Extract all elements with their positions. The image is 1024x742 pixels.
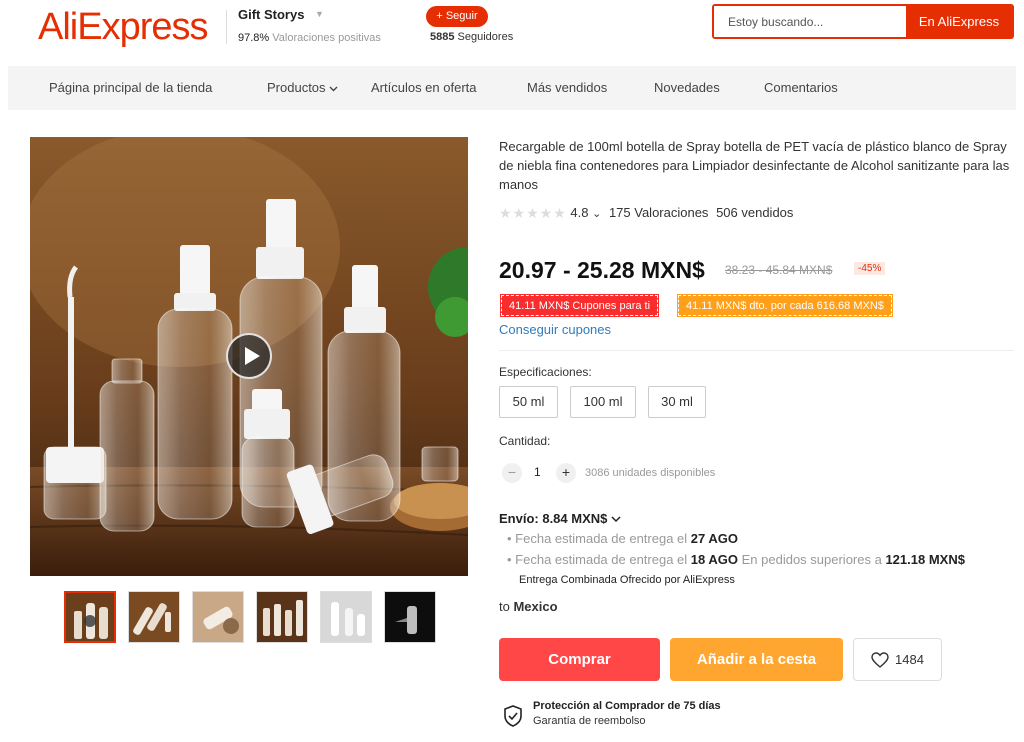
price: 20.97 - 25.28 MXN$: [499, 257, 705, 283]
sold-count: 506 vendidos: [716, 205, 794, 220]
nav-item-deals[interactable]: Artículos en oferta: [371, 80, 477, 95]
rating-value[interactable]: 4.8: [570, 205, 588, 220]
thumbnail-4[interactable]: [256, 591, 308, 643]
chevron-down-icon[interactable]: ▼: [315, 9, 324, 19]
shield-check-icon: [504, 705, 522, 727]
chevron-down-icon: [611, 516, 621, 523]
wishlist-button[interactable]: 1484: [853, 638, 942, 681]
thumbnail-3[interactable]: [192, 591, 244, 643]
follow-button[interactable]: + Seguir: [426, 6, 488, 27]
delivery-1-text: Fecha estimada de entrega el: [515, 531, 688, 546]
reviews-count[interactable]: 175 Valoraciones: [609, 205, 709, 220]
product-main-image[interactable]: [30, 137, 468, 576]
search-box: En AliExpress: [712, 4, 1014, 39]
ship-to-country: Mexico: [513, 599, 558, 614]
nav-item-products[interactable]: Productos: [267, 80, 338, 95]
delivery-2-date: 18 AGO: [690, 552, 738, 567]
rating-row: ★★★★★ 4.8 ⌄ 175 Valoraciones 506 vendido…: [499, 205, 793, 222]
buy-now-button[interactable]: Comprar: [499, 638, 660, 681]
store-rating-text: Valoraciones positivas: [272, 32, 381, 44]
chevron-down-icon: [329, 86, 338, 92]
nav-item-bestsellers[interactable]: Más vendidos: [527, 80, 607, 95]
quantity-value[interactable]: 1: [534, 465, 541, 479]
nav-item-home[interactable]: Página principal de la tienda: [49, 80, 212, 95]
quantity-increase-button[interactable]: +: [556, 463, 576, 483]
delivery-2-amount: 121.18 MXN$: [885, 552, 965, 567]
shipping-cost-text: Envío: 8.84 MXN$: [499, 511, 608, 526]
shipping-cost[interactable]: Envío: 8.84 MXN$: [499, 511, 621, 526]
nav-item-new[interactable]: Novedades: [654, 80, 720, 95]
thumbnail-2[interactable]: [128, 591, 180, 643]
thumbnail-5[interactable]: [320, 591, 372, 643]
ship-to-label: to: [499, 599, 510, 614]
quantity-label: Cantidad:: [499, 434, 551, 448]
add-to-cart-button[interactable]: Añadir a la cesta: [670, 638, 843, 681]
discount-badge: -45%: [854, 262, 886, 275]
delivery-estimate-2: • Fecha estimada de entrega el 18 AGO En…: [507, 552, 965, 567]
delivery-2-condition: En pedidos superiores a: [741, 552, 882, 567]
quantity-decrease-button[interactable]: −: [502, 463, 522, 483]
nav-item-reviews[interactable]: Comentarios: [764, 80, 838, 95]
delivery-2-text: Fecha estimada de entrega el: [515, 552, 688, 567]
followers-count: 5885 Seguidores: [430, 31, 513, 43]
play-video-button[interactable]: [226, 333, 272, 379]
ship-to[interactable]: to Mexico: [499, 599, 558, 614]
thumbnail-1[interactable]: [64, 591, 116, 643]
thumbnail-6[interactable]: [384, 591, 436, 643]
buyer-protection-title: Protección al Comprador de 75 días: [533, 700, 721, 712]
spec-option-30ml[interactable]: 30 ml: [648, 386, 706, 418]
spec-label: Especificaciones:: [499, 365, 592, 379]
combined-delivery: Entrega Combinada Ofrecido por AliExpres…: [519, 574, 735, 586]
available-units: 3086 unidades disponibles: [585, 467, 716, 479]
store-rating: 97.8% Valoraciones positivas: [238, 32, 381, 44]
get-coupons-link[interactable]: Conseguir cupones: [499, 322, 611, 337]
nav-item-products-label: Productos: [267, 80, 326, 95]
chevron-down-icon[interactable]: ⌄: [592, 208, 601, 220]
divider: [499, 350, 1014, 351]
product-title: Recargable de 100ml botella de Spray bot…: [499, 139, 1010, 192]
delivery-estimate-1: • Fecha estimada de entrega el 27 AGO: [507, 531, 738, 546]
followers-number: 5885: [430, 31, 455, 43]
store-discount-badge[interactable]: 41.11 MXN$ dto. por cada 616.68 MXN$: [677, 294, 893, 317]
store-name[interactable]: Gift Storys: [238, 7, 304, 22]
search-button[interactable]: En AliExpress: [906, 6, 1012, 37]
followers-text: Seguidores: [457, 31, 514, 43]
spec-option-100ml[interactable]: 100 ml: [570, 386, 636, 418]
star-rating-icon: ★★★★★: [499, 205, 567, 221]
store-nav: Página principal de la tienda Productos …: [8, 66, 1016, 110]
buyer-protection-subtitle: Garantía de reembolso: [533, 715, 646, 727]
wishlist-count: 1484: [895, 652, 924, 667]
heart-icon: [871, 652, 889, 668]
coupon-badge[interactable]: 41.11 MXN$ Cupones para ti: [499, 294, 660, 317]
delivery-1-date: 27 AGO: [690, 531, 738, 546]
store-rating-value: 97.8%: [238, 32, 270, 44]
spec-option-50ml[interactable]: 50 ml: [499, 386, 558, 418]
search-input[interactable]: [714, 6, 906, 37]
original-price: 38.23 - 45.84 MXN$: [725, 263, 833, 277]
aliexpress-logo[interactable]: AliExpress: [38, 6, 227, 49]
